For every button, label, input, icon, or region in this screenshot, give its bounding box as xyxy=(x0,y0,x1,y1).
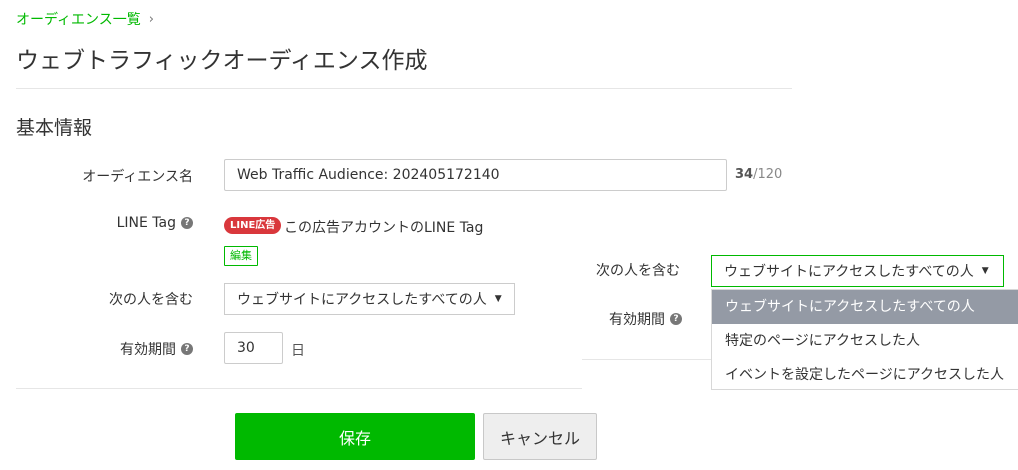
char-count: 34 xyxy=(735,167,754,182)
overlay-divider xyxy=(582,359,712,360)
include-people-label: 次の人を含む xyxy=(40,289,193,309)
caret-down-icon: ▼ xyxy=(981,266,989,276)
chevron-right-icon: › xyxy=(148,11,154,27)
audience-name-label: オーディエンス名 xyxy=(40,166,193,186)
breadcrumb: オーディエンス一覧 › xyxy=(16,9,154,29)
title-divider xyxy=(16,88,792,89)
include-people-select[interactable]: ウェブサイトにアクセスしたすべての人 ▼ xyxy=(224,283,515,315)
overlay-include-people-label: 次の人を含む xyxy=(582,260,680,280)
validity-period-label: 有効期間 ? xyxy=(40,339,193,359)
page: オーディエンス一覧 › ウェブトラフィックオーディエンス作成 基本情報 オーディ… xyxy=(0,0,1018,470)
line-tag-text: この広告アカウントのLINE Tag xyxy=(284,220,484,236)
line-tag-label-text: LINE Tag xyxy=(116,215,176,231)
validity-period-label-text: 有効期間 xyxy=(120,342,176,358)
dropdown-option-event-page-visitors[interactable]: イベントを設定したページにアクセスした人 xyxy=(712,358,1018,389)
overlay-validity-period-label: 有効期間 ? xyxy=(592,309,682,329)
validity-period-unit: 日 xyxy=(291,343,305,359)
include-people-dropdown-menu: ウェブサイトにアクセスしたすべての人 特定のページにアクセスした人 イベントを設… xyxy=(711,289,1018,390)
validity-period-input[interactable] xyxy=(224,332,283,364)
line-tag-edit-button[interactable]: 編集 xyxy=(224,246,258,266)
overlay-include-people-select[interactable]: ウェブサイトにアクセスしたすべての人 ▼ xyxy=(711,255,1004,287)
audience-name-input[interactable] xyxy=(224,159,727,191)
section-title-basic-info: 基本情報 xyxy=(16,117,93,139)
caret-down-icon: ▼ xyxy=(494,294,502,304)
breadcrumb-audience-list-link[interactable]: オーディエンス一覧 xyxy=(16,9,141,29)
audience-name-label-text: オーディエンス名 xyxy=(82,169,193,185)
audience-name-char-counter: 34/120 xyxy=(735,167,782,182)
cancel-button[interactable]: キャンセル xyxy=(483,413,597,460)
line-tag-label: LINE Tag ? xyxy=(40,213,193,233)
include-people-label-text: 次の人を含む xyxy=(109,292,193,308)
line-ads-badge: LINE広告 xyxy=(224,217,282,234)
page-title: ウェブトラフィックオーディエンス作成 xyxy=(16,48,428,74)
include-people-select-value: ウェブサイトにアクセスしたすべての人 xyxy=(237,292,487,308)
overlay-validity-period-label-text: 有効期間 xyxy=(609,312,665,328)
question-circle-icon[interactable]: ? xyxy=(181,217,193,229)
question-circle-icon[interactable]: ? xyxy=(670,313,682,325)
overlay-include-people-select-value: ウェブサイトにアクセスしたすべての人 xyxy=(724,264,974,280)
question-circle-icon[interactable]: ? xyxy=(181,343,193,355)
save-button[interactable]: 保存 xyxy=(235,413,475,460)
dropdown-option-specific-page-visitors[interactable]: 特定のページにアクセスした人 xyxy=(712,324,1018,358)
overlay-include-people-label-text: 次の人を含む xyxy=(596,263,680,279)
char-max: /120 xyxy=(753,167,783,182)
form-divider xyxy=(16,388,582,389)
dropdown-option-all-visitors[interactable]: ウェブサイトにアクセスしたすべての人 xyxy=(712,290,1018,324)
